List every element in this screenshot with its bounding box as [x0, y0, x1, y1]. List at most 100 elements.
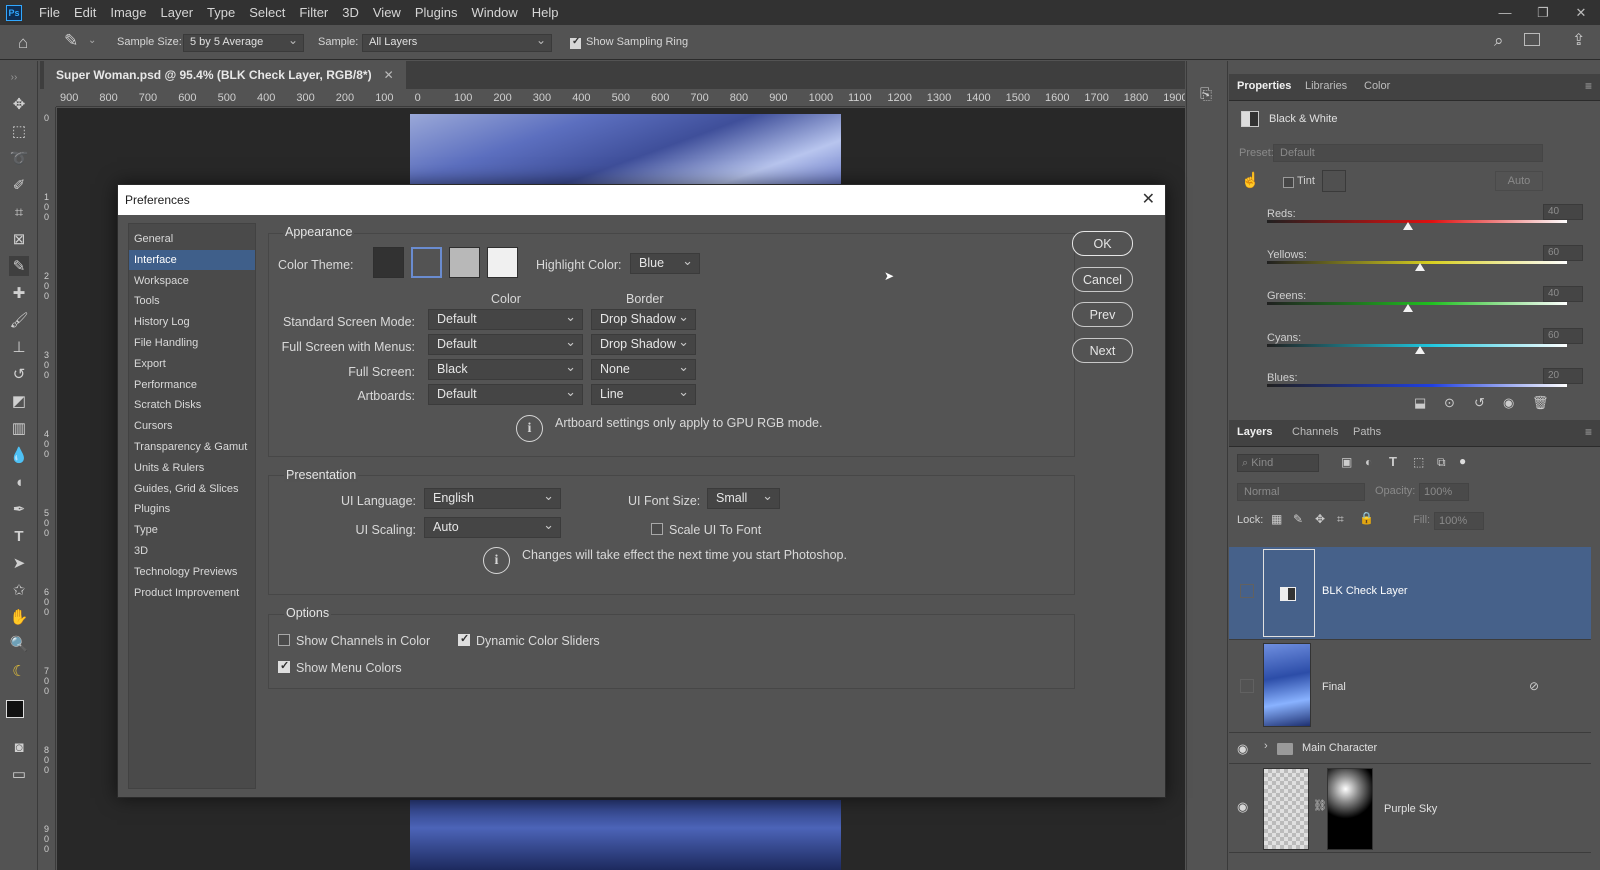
category-product-improvement[interactable]: Product Improvement	[129, 583, 255, 603]
category-export[interactable]: Export	[129, 354, 255, 374]
slider-cyans-thumb[interactable]	[1415, 346, 1425, 354]
layers-menu-icon[interactable]: ≡	[1585, 425, 1592, 439]
menu-plugins[interactable]: Plugins	[408, 0, 465, 25]
category-history-log[interactable]: History Log	[129, 312, 255, 332]
frame-tool-icon[interactable]: ⊠	[9, 229, 29, 249]
slider-yellows-thumb[interactable]	[1415, 263, 1425, 271]
clip-to-layer-icon[interactable]: ⬓	[1414, 395, 1426, 411]
slider-greens[interactable]: Greens: 40	[1267, 286, 1583, 312]
category-scratch-disks[interactable]: Scratch Disks	[129, 395, 255, 415]
view-previous-state-icon[interactable]: ⊙	[1444, 395, 1455, 411]
blur-tool-icon[interactable]: 💧	[9, 445, 29, 465]
path-selection-tool-icon[interactable]: ➤	[9, 553, 29, 573]
tab-color[interactable]: Color	[1364, 80, 1390, 92]
slider-blues-value[interactable]: 20	[1543, 368, 1583, 384]
full-screen-color-select[interactable]: Black	[428, 359, 583, 380]
gradient-tool-icon[interactable]: ▥	[9, 418, 29, 438]
layer-row-blk-check[interactable]: BLK Check Layer	[1229, 547, 1591, 640]
expand-toolbar-icon[interactable]: ››	[4, 67, 24, 87]
menu-layer[interactable]: Layer	[154, 0, 201, 25]
full-screen-menus-border-select[interactable]: Drop Shadow	[591, 334, 696, 355]
category-general[interactable]: General	[129, 229, 255, 249]
foreground-color-icon[interactable]	[6, 700, 24, 718]
slider-yellows[interactable]: Yellows: 60	[1267, 245, 1583, 271]
tab-channels[interactable]: Channels	[1292, 426, 1338, 438]
tool-preset-chevron-icon[interactable]: ⌄	[88, 35, 96, 46]
tab-paths[interactable]: Paths	[1353, 426, 1381, 438]
slider-blues[interactable]: Blues: 20	[1267, 368, 1583, 387]
lock-image-icon[interactable]: ✎	[1293, 512, 1303, 526]
hand-tool-icon[interactable]: ✋	[9, 607, 29, 627]
category-technology-previews[interactable]: Technology Previews	[129, 562, 255, 582]
close-window-icon[interactable]: ✕	[1562, 0, 1600, 25]
restore-icon[interactable]: ❐	[1524, 0, 1562, 25]
category-units-rulers[interactable]: Units & Rulers	[129, 458, 255, 478]
marquee-tool-icon[interactable]: ⬚	[9, 121, 29, 141]
visibility-toggle-off[interactable]	[1240, 584, 1254, 598]
screen-mode-icon[interactable]: ▭	[9, 764, 29, 784]
tab-layers[interactable]: Layers	[1237, 426, 1272, 438]
show-menu-colors-checkbox[interactable]	[278, 659, 290, 673]
dodge-tool-icon[interactable]: ◖	[9, 472, 29, 492]
show-sampling-ring-checkbox[interactable]	[570, 36, 581, 49]
layer-row-purple-sky[interactable]: ◉ ⛓ Purple Sky	[1229, 765, 1591, 853]
sample-size-select[interactable]: 5 by 5 Average	[183, 33, 304, 52]
clone-stamp-tool-icon[interactable]: ⊥	[9, 337, 29, 357]
slider-cyans-value[interactable]: 60	[1543, 328, 1583, 344]
slider-reds-value[interactable]: 40	[1543, 204, 1583, 220]
category-tools[interactable]: Tools	[129, 291, 255, 311]
category-file-handling[interactable]: File Handling	[129, 333, 255, 353]
brush-tool-icon[interactable]: 🖌	[9, 310, 29, 330]
quick-selection-tool-icon[interactable]: ✐	[9, 175, 29, 195]
targeted-adjustment-hand-icon[interactable]: ☝	[1241, 171, 1260, 189]
visibility-toggle-off[interactable]	[1240, 679, 1254, 693]
lock-all-icon[interactable]: 🔒	[1359, 511, 1374, 525]
scale-ui-to-font-checkbox[interactable]	[651, 523, 663, 535]
banana-icon[interactable]: ☾	[9, 661, 29, 681]
shape-tool-icon[interactable]: ✩	[9, 580, 29, 600]
standard-screen-border-select[interactable]: Drop Shadow	[591, 309, 696, 330]
standard-screen-color-select[interactable]: Default	[428, 309, 583, 330]
category-cursors[interactable]: Cursors	[129, 416, 255, 436]
slider-reds-track[interactable]	[1267, 220, 1567, 223]
slider-blues-track[interactable]	[1267, 384, 1567, 387]
ok-button[interactable]: OK	[1072, 231, 1133, 256]
move-tool-icon[interactable]: ✥	[9, 94, 29, 114]
layer-group-main-character[interactable]: ◉ › Main Character	[1229, 734, 1591, 764]
theme-swatch-darkest[interactable]	[373, 247, 404, 278]
menu-image[interactable]: Image	[103, 0, 153, 25]
tab-properties[interactable]: Properties	[1237, 80, 1291, 92]
history-panel-icon[interactable]: ⎘	[1200, 86, 1212, 103]
category-workspace[interactable]: Workspace	[129, 271, 255, 291]
artboards-border-select[interactable]: Line	[591, 384, 696, 405]
tint-checkbox[interactable]	[1283, 177, 1294, 188]
layer-row-final[interactable]: Final ⊘	[1229, 641, 1591, 733]
auto-button[interactable]: Auto	[1495, 171, 1543, 191]
filter-pixel-icon[interactable]: ▣	[1341, 455, 1352, 469]
menu-window[interactable]: Window	[464, 0, 524, 25]
category-transparency-gamut[interactable]: Transparency & Gamut	[129, 437, 255, 457]
ui-font-size-select[interactable]: Small	[707, 488, 780, 509]
document-tab[interactable]: Super Woman.psd @ 95.4% (BLK Check Layer…	[44, 61, 406, 89]
visibility-icon[interactable]: ◉	[1503, 395, 1514, 411]
filter-toggle-icon[interactable]: ●	[1459, 454, 1466, 468]
menu-file[interactable]: File	[32, 0, 67, 25]
menu-help[interactable]: Help	[525, 0, 566, 25]
category-performance[interactable]: Performance	[129, 375, 255, 395]
blend-mode-select[interactable]: Normal	[1237, 483, 1365, 501]
eye-icon[interactable]: ◉	[1237, 799, 1248, 815]
show-channels-in-color-checkbox[interactable]	[278, 634, 290, 646]
theme-swatch-lightest[interactable]	[487, 247, 518, 278]
category-plugins[interactable]: Plugins	[129, 499, 255, 519]
full-screen-menus-color-select[interactable]: Default	[428, 334, 583, 355]
ui-scaling-select[interactable]: Auto	[424, 517, 561, 538]
slider-greens-value[interactable]: 40	[1543, 286, 1583, 302]
crop-tool-icon[interactable]: ⌗	[9, 202, 29, 222]
home-icon[interactable]: ⌂	[18, 33, 28, 53]
filter-smart-object-icon[interactable]: ⧉	[1437, 455, 1446, 470]
delete-icon[interactable]: 🗑	[1532, 395, 1549, 411]
workspace-icon[interactable]	[1524, 33, 1540, 46]
eraser-tool-icon[interactable]: ◩	[9, 391, 29, 411]
slider-greens-track[interactable]	[1267, 302, 1567, 305]
menu-3d[interactable]: 3D	[335, 0, 366, 25]
